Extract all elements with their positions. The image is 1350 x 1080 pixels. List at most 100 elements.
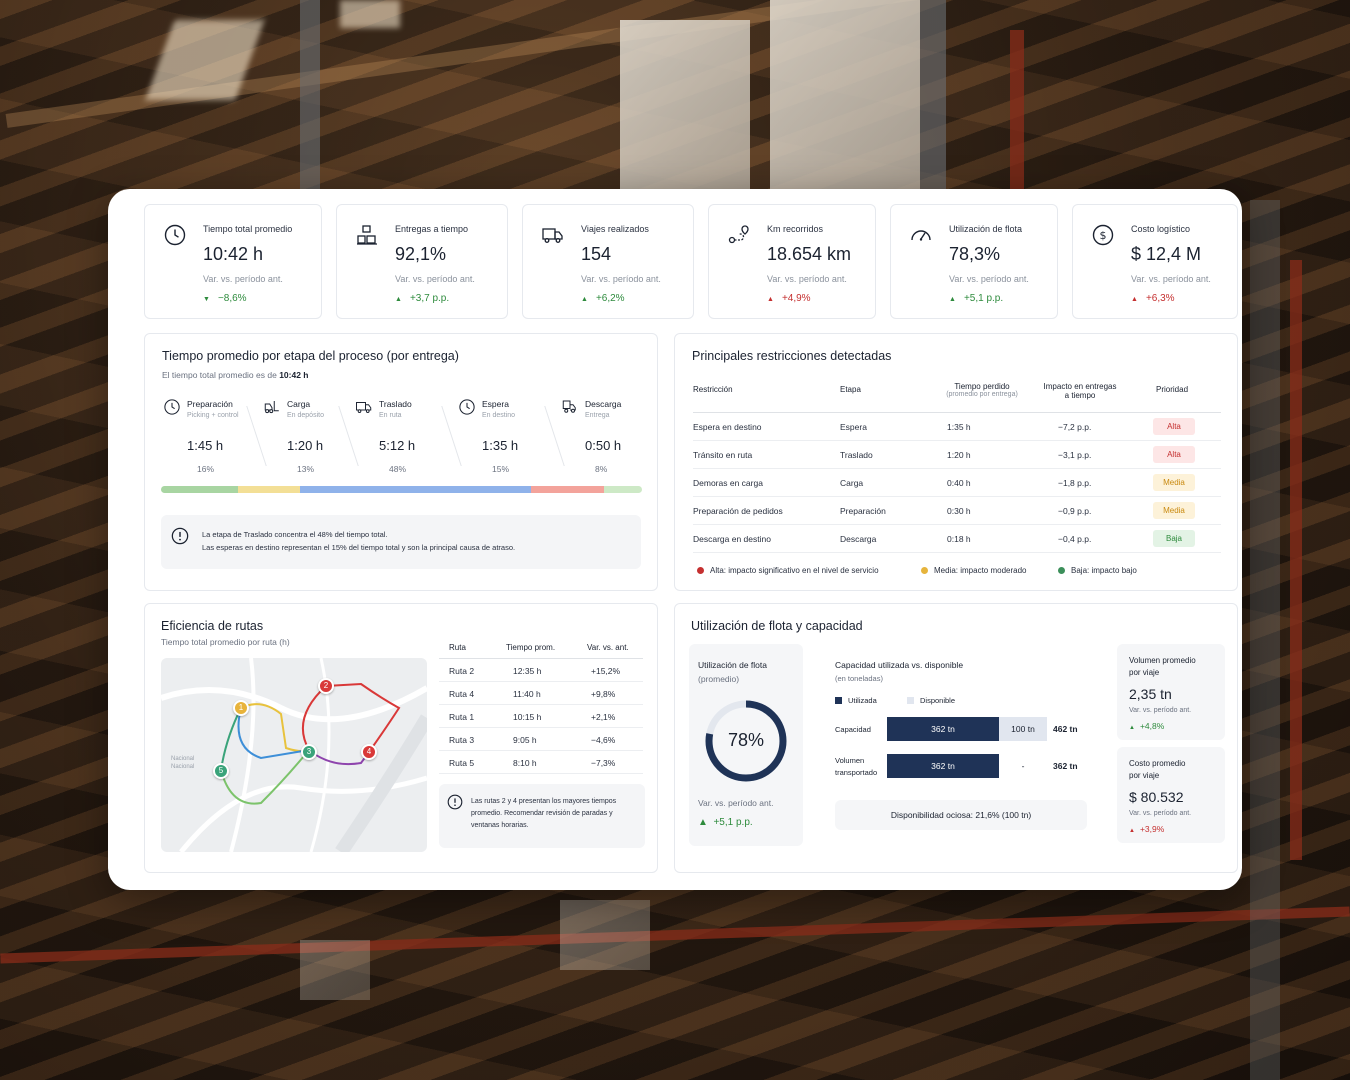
routes-note-line-3: ventanas horarias. <box>471 822 529 829</box>
legend-item: Media: impacto moderado <box>921 566 1027 575</box>
svg-text:$: $ <box>1100 229 1107 242</box>
stage-desc: En ruta <box>379 412 402 419</box>
route-marker-4[interactable]: 4 <box>361 744 377 760</box>
side-metric-card: Costo promedio por viaje $ 80.532 Var. vs. … <box>1117 747 1225 843</box>
routes-header-tiempo: Tiempo prom. <box>506 643 556 652</box>
restriction-row[interactable]: Preparación de pedidos Preparación 0:30 h −… <box>693 497 1221 525</box>
stages-title: Tiempo promedio por etapa del proceso (p… <box>162 349 459 363</box>
side-metric-value: $ 80.532 <box>1129 789 1184 805</box>
route-name: Ruta 1 <box>449 712 475 722</box>
kpi-card: Viajes realizados 154 Var. vs. período ant… <box>522 204 694 319</box>
kpi-var-label: Var. vs. período ant. <box>767 274 847 284</box>
restriction-name: Espera en destino <box>693 422 762 432</box>
dashboard-panel: Tiempo total promedio 10:42 h Var. vs. per… <box>108 189 1242 890</box>
route-var: +15,2% <box>591 666 621 676</box>
restriction-name: Demoras en carga <box>693 478 763 488</box>
kpi-var-label: Var. vs. período ant. <box>395 274 475 284</box>
route-marker-2[interactable]: 2 <box>318 678 334 694</box>
capacity-row-label: Capacidad <box>835 725 871 734</box>
route-time: 11:40 h <box>513 689 541 699</box>
side-metric-label: Costo promedio <box>1129 759 1186 768</box>
restrictions-card: Principales restricciones detectadas Res… <box>674 333 1238 591</box>
capacity-total: 462 tn <box>1053 724 1078 734</box>
capacity-row-label: Volumen <box>835 756 865 765</box>
route-row[interactable]: Ruta 3 9:05 h −4,6% <box>439 728 643 751</box>
restriction-impact: −3,1 p.p. <box>1058 450 1092 460</box>
gauge-icon <box>909 223 933 247</box>
used-bar: 362 tn <box>887 754 999 778</box>
stage-time: 1:35 h <box>482 438 519 453</box>
available-bar: - <box>1021 761 1025 771</box>
header-prioridad: Prioridad <box>1156 385 1189 394</box>
restriction-row[interactable]: Tránsito en ruta Traslado 1:20 h −3,1 p.p. A… <box>693 441 1221 469</box>
side-metric-change-value: +3,9% <box>1139 824 1165 834</box>
routes-subtitle: Tiempo total promedio por ruta (h) <box>161 637 290 647</box>
legend-available: Disponible <box>907 696 955 705</box>
truck-icon <box>355 398 373 416</box>
restriction-row[interactable]: Descarga en destino Descarga 0:18 h −0,4 p.… <box>693 525 1221 553</box>
legend-text: Baja: impacto bajo <box>1071 566 1137 575</box>
kpi-var-label: Var. vs. período ant. <box>1131 274 1211 284</box>
kpi-label: Tiempo total promedio <box>203 224 293 234</box>
stage-bar-segment <box>161 486 238 493</box>
util-value: 78% <box>727 730 765 750</box>
stage-descarga: Descarga Entrega 0:50 h 8% <box>561 398 651 482</box>
route-var: +9,8% <box>591 689 616 699</box>
kpi-card: Utilización de flota 78,3% Var. vs. períod… <box>890 204 1058 319</box>
routes-title: Eficiencia de rutas <box>161 619 264 633</box>
stage-percent: 15% <box>492 464 510 474</box>
util-sub: (promedio) <box>698 674 740 684</box>
route-map-svg <box>161 658 427 852</box>
map-label-1: Nacional <box>171 756 195 762</box>
kpi-label: Entregas a tiempo <box>395 224 469 234</box>
side-metric-card: Volumen promedio por viaje 2,35 tn Var. vs.… <box>1117 644 1225 740</box>
arrow-up-icon: ▲ <box>949 296 956 303</box>
clock-icon <box>163 398 181 416</box>
route-marker-1[interactable]: 1 <box>233 700 249 716</box>
restriction-time: 1:20 h <box>947 450 971 460</box>
legend-item: Alta: impacto significativo en el nivel … <box>697 566 879 575</box>
kpi-card: $ Costo logístico $ 12,4 M Var. vs. período… <box>1072 204 1238 319</box>
route-name: Ruta 3 <box>449 735 475 745</box>
routes-header-ruta: Ruta <box>449 643 466 652</box>
route-marker-5[interactable]: 5 <box>213 763 229 779</box>
route-name: Ruta 2 <box>449 666 475 676</box>
restriction-time: 0:40 h <box>947 478 971 488</box>
restriction-time: 1:35 h <box>947 422 971 432</box>
restriction-name: Preparación de pedidos <box>693 506 783 516</box>
header-impacto: Impacto en entregas a tiempo <box>1043 382 1117 400</box>
arrow-up-icon: ▲ <box>395 296 402 303</box>
arrow-up-icon: ▲ <box>767 296 774 303</box>
kpi-change: ▲ +5,1 p.p. <box>949 293 1003 304</box>
route-row[interactable]: Ruta 1 10:15 h +2,1% <box>439 705 643 728</box>
route-time: 10:15 h <box>513 712 542 722</box>
route-var: −4,6% <box>591 735 616 745</box>
side-metric-change-value: +4,8% <box>1139 721 1165 731</box>
util-change: ▲ +5,1 p.p. <box>698 817 753 828</box>
route-var: −7,3% <box>591 758 616 768</box>
kpi-var-label: Var. vs. período ant. <box>203 274 283 284</box>
routes-note-line-1: Las rutas 2 y 4 presentan los mayores ti… <box>471 798 617 805</box>
route-row[interactable]: Ruta 5 8:10 h −7,3% <box>439 751 643 774</box>
route-row[interactable]: Ruta 4 11:40 h +9,8% <box>439 682 643 705</box>
route-marker-3[interactable]: 3 <box>301 744 317 760</box>
route-name: Ruta 5 <box>449 758 475 768</box>
idle-capacity: Disponibilidad ociosa: 21,6% (100 tn) <box>835 800 1087 830</box>
stage-name: Carga <box>287 399 311 409</box>
route-row[interactable]: Ruta 2 12:35 h +15,2% <box>439 659 643 682</box>
restriction-stage: Preparación <box>840 506 886 516</box>
route-map[interactable]: Nacional Nacional 1 2 3 4 5 <box>161 658 427 852</box>
arrow-up-icon: ▲ <box>1129 725 1135 731</box>
legend-text: Media: impacto moderado <box>934 566 1027 575</box>
restriction-row[interactable]: Espera en destino Espera 1:35 h −7,2 p.p. Al… <box>693 413 1221 441</box>
restriction-stage: Espera <box>840 422 867 432</box>
stage-name: Espera <box>482 399 509 409</box>
legend-item: Baja: impacto bajo <box>1058 566 1137 575</box>
boxes-icon <box>355 223 379 247</box>
legend-dot <box>697 567 704 574</box>
restriction-row[interactable]: Demoras en carga Carga 0:40 h −1,8 p.p. Medi… <box>693 469 1221 497</box>
available-bar: 100 tn <box>999 717 1047 741</box>
truck-icon <box>541 223 565 247</box>
restriction-stage: Descarga <box>840 534 877 544</box>
route-name: Ruta 4 <box>449 689 475 699</box>
